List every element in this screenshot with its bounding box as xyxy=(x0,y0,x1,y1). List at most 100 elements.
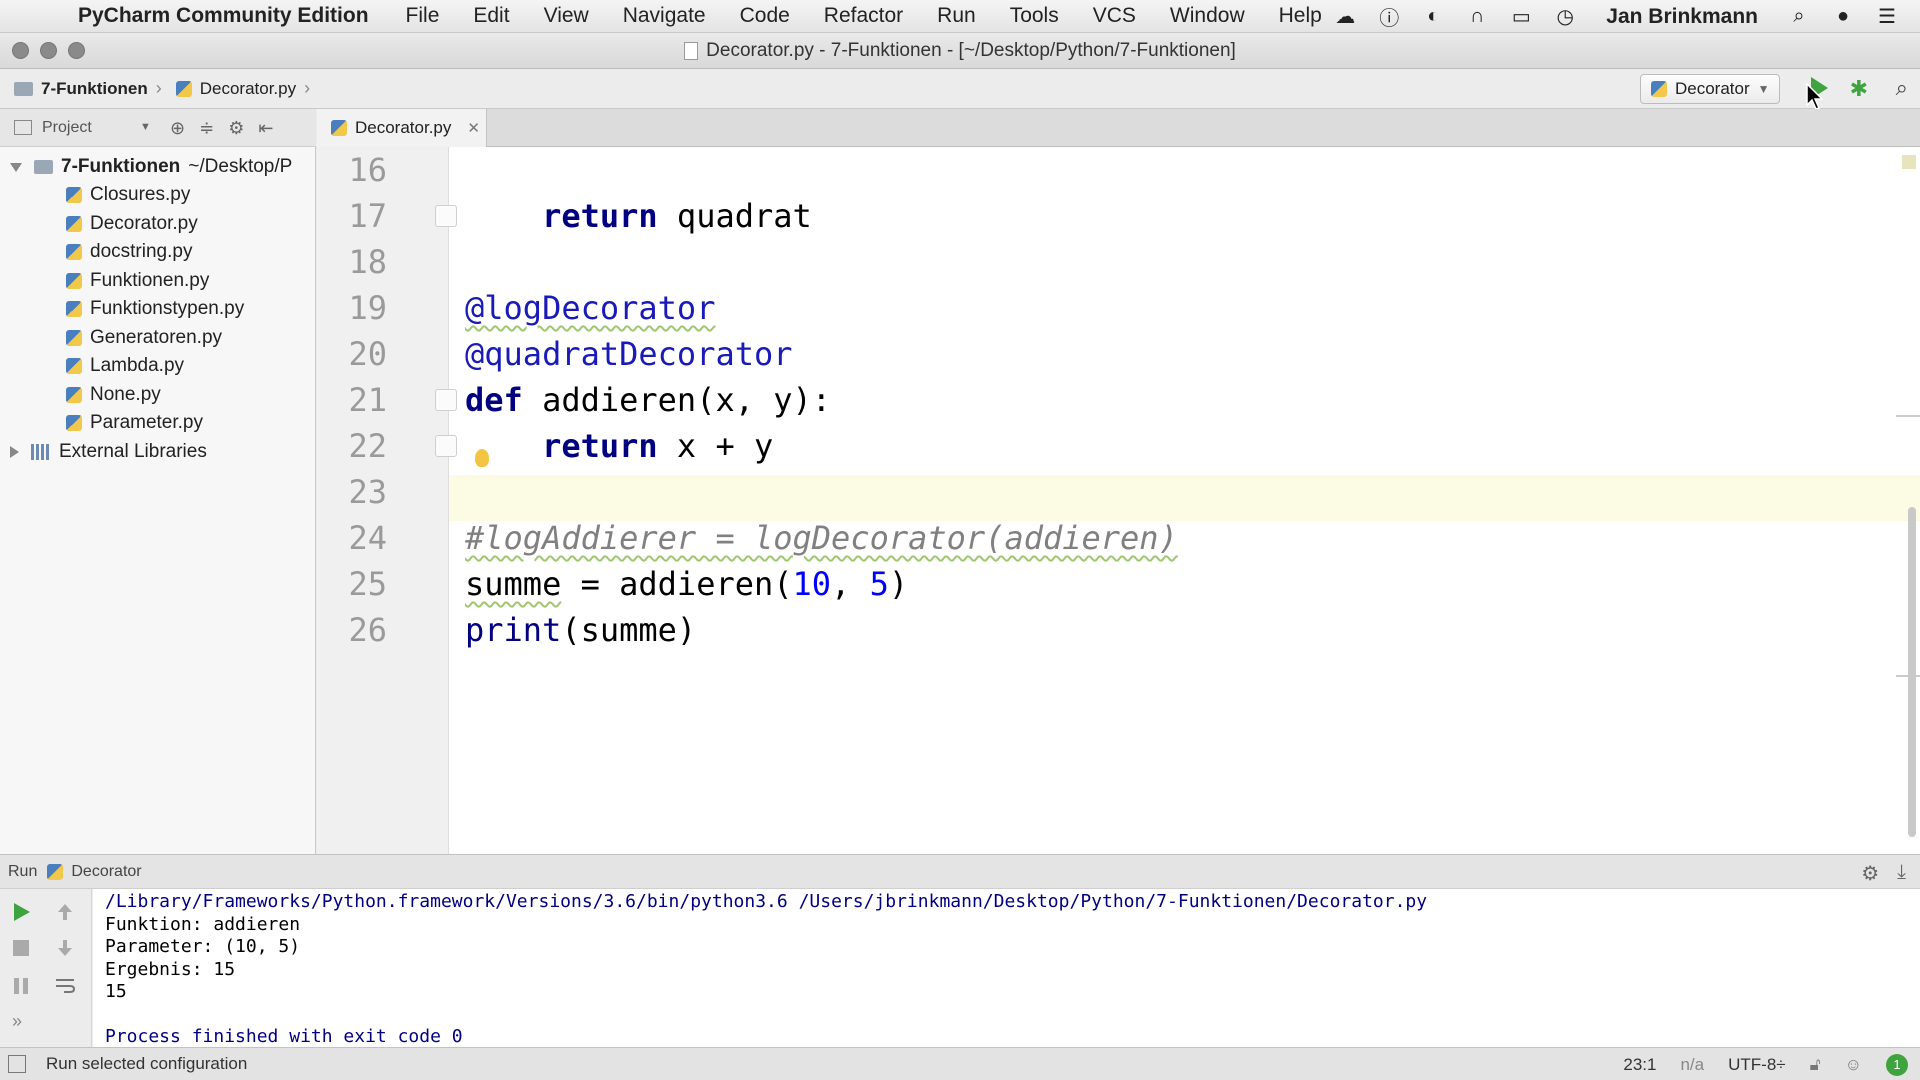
password-manager-icon[interactable]: ⓘ xyxy=(1376,4,1402,30)
inspection-status-icon[interactable] xyxy=(1902,155,1916,169)
menu-tools[interactable]: Tools xyxy=(1010,4,1059,28)
zoom-window-button[interactable] xyxy=(68,42,85,59)
close-window-button[interactable] xyxy=(12,42,29,59)
code-editor[interactable]: 16 17 18 19 20 21 22 23 24 25 26 return … xyxy=(317,147,1920,854)
tab-label: Decorator.py xyxy=(355,118,452,137)
tree-file-item[interactable]: Decorator.py xyxy=(66,210,198,238)
leaf-app-icon[interactable]: ◐ xyxy=(1420,4,1446,30)
code-number: 5 xyxy=(869,565,889,603)
tab-decorator-py[interactable]: Decorator.py ✕ xyxy=(317,109,487,147)
python-file-icon xyxy=(331,120,347,136)
tree-file-item[interactable]: Parameter.py xyxy=(66,409,203,437)
library-icon xyxy=(31,444,51,460)
menu-view[interactable]: View xyxy=(544,4,589,28)
hide-panel-icon[interactable]: ⇤ xyxy=(258,118,273,139)
python-file-icon xyxy=(66,329,82,346)
menu-file[interactable]: File xyxy=(406,4,440,28)
hector-inspection-icon[interactable]: ☺ xyxy=(1845,1055,1862,1075)
menu-window[interactable]: Window xyxy=(1170,4,1245,28)
menu-code[interactable]: Code xyxy=(740,4,790,28)
tree-file-item[interactable]: Generatoren.py xyxy=(66,324,222,352)
tree-file-item[interactable]: docstring.py xyxy=(66,238,192,266)
tree-file-label: Decorator.py xyxy=(90,212,198,234)
soft-wrap-icon[interactable] xyxy=(54,975,76,997)
arrow-up-icon[interactable] xyxy=(54,901,76,923)
python-file-icon xyxy=(66,187,82,203)
scrollbar-marker[interactable] xyxy=(1896,415,1920,417)
headphones-icon[interactable]: ∩ xyxy=(1464,4,1490,30)
lock-icon[interactable]: 🔓︎ xyxy=(1810,1055,1821,1075)
code-token: @quadratDecorator xyxy=(465,335,793,373)
line-separator-indicator[interactable]: n/a xyxy=(1680,1055,1704,1075)
code-line-22: return x + y xyxy=(465,423,773,469)
menu-run[interactable]: Run xyxy=(937,4,976,28)
menu-help[interactable]: Help xyxy=(1279,4,1322,28)
run-panel-config-name[interactable]: Decorator xyxy=(71,863,141,881)
expand-arrow-icon[interactable] xyxy=(10,446,19,458)
console-exit-message: Process finished with exit code 0 xyxy=(105,1025,463,1047)
tree-file-label: Generatoren.py xyxy=(90,326,223,348)
collapse-all-icon[interactable]: ≑ xyxy=(199,118,214,139)
tree-file-item[interactable]: None.py xyxy=(66,381,161,409)
menu-bar-tray: ☁ ⓘ ◐ ∩ ▭ ◷ Jan Brinkmann ⌕ ● ☰ xyxy=(1332,0,1900,33)
user-name[interactable]: Jan Brinkmann xyxy=(1606,5,1758,29)
fold-marker-icon[interactable] xyxy=(435,205,457,227)
stop-icon[interactable] xyxy=(10,937,32,959)
console-command-line: /Library/Frameworks/Python.framework/Ver… xyxy=(105,891,1428,912)
menu-navigate[interactable]: Navigate xyxy=(623,4,706,28)
event-log-badge[interactable]: 1 xyxy=(1886,1053,1908,1076)
python-file-icon xyxy=(47,863,64,880)
fold-marker-icon[interactable] xyxy=(435,435,457,457)
close-icon[interactable]: ✕ xyxy=(467,119,480,137)
project-view-label[interactable]: Project xyxy=(42,119,92,137)
tree-file-item[interactable]: Funktionstypen.py xyxy=(66,295,244,323)
run-console-output[interactable]: /Library/Frameworks/Python.framework/Ver… xyxy=(93,889,1920,1047)
siri-icon[interactable]: ● xyxy=(1830,4,1856,30)
creative-cloud-icon[interactable]: ☁ xyxy=(1332,4,1358,30)
breadcrumb-file[interactable]: Decorator.py › xyxy=(175,78,310,99)
chevron-down-icon[interactable]: ▼ xyxy=(140,121,151,133)
spotlight-search-icon[interactable]: ⌕ xyxy=(1786,4,1812,30)
caret-position[interactable]: 23:1 xyxy=(1623,1055,1656,1075)
gear-icon[interactable]: ⚙ xyxy=(1861,861,1879,886)
console-output-line: Funktion: addieren xyxy=(105,913,301,935)
minimize-window-button[interactable] xyxy=(40,42,57,59)
expand-arrow-icon[interactable] xyxy=(10,162,22,172)
code-token: (summe) xyxy=(561,611,697,649)
run-configuration-select[interactable]: Decorator ▼ xyxy=(1640,74,1780,104)
rerun-play-icon[interactable] xyxy=(10,901,32,923)
line-number: 20 xyxy=(348,335,387,373)
menu-edit[interactable]: Edit xyxy=(473,4,509,28)
tree-file-item[interactable]: Closures.py xyxy=(66,181,190,209)
breadcrumb-folder[interactable]: 7-Funktionen › xyxy=(14,78,162,99)
menu-refactor[interactable]: Refactor xyxy=(824,4,903,28)
arrow-down-icon[interactable] xyxy=(54,937,76,959)
tree-file-item[interactable]: Lambda.py xyxy=(66,352,184,380)
tree-root-folder[interactable]: 7-Funktionen ~/Desktop/P xyxy=(10,153,292,181)
notification-center-icon[interactable]: ☰ xyxy=(1874,4,1900,30)
python-file-icon xyxy=(66,386,82,403)
python-file-icon xyxy=(175,80,192,97)
tool-window-toggle-icon[interactable] xyxy=(8,1055,26,1073)
screen-record-icon[interactable]: ▭ xyxy=(1508,4,1534,30)
fold-marker-icon[interactable] xyxy=(435,389,457,411)
more-actions-icon[interactable]: » xyxy=(12,1011,22,1032)
tree-file-label: Lambda.py xyxy=(90,355,185,376)
tree-file-item[interactable]: Funktionen.py xyxy=(66,267,209,295)
file-encoding[interactable]: UTF-8÷ xyxy=(1728,1055,1786,1075)
editor-scrollbar[interactable] xyxy=(1908,507,1916,837)
debug-bug-icon[interactable]: ✱ xyxy=(1850,76,1868,102)
line-number: 25 xyxy=(348,565,387,603)
menu-vcs[interactable]: VCS xyxy=(1093,4,1136,28)
gear-icon[interactable]: ⚙ xyxy=(228,118,244,139)
tree-file-label: Parameter.py xyxy=(90,412,203,433)
scroll-from-source-icon[interactable]: ⊕ xyxy=(170,118,185,139)
project-panel-header: Project ▼ ⊕ ≑ ⚙ ⇤ xyxy=(0,109,316,147)
app-menu-pycharm[interactable]: PyCharm Community Edition xyxy=(78,4,369,28)
pause-icon[interactable] xyxy=(10,975,32,997)
hide-panel-icon[interactable]: ⤓ xyxy=(1897,861,1906,886)
time-machine-icon[interactable]: ◷ xyxy=(1552,4,1578,30)
tree-external-libraries[interactable]: External Libraries xyxy=(10,438,207,466)
search-everywhere-icon[interactable]: ⌕ xyxy=(1896,75,1908,101)
code-token: = addieren( xyxy=(561,565,793,603)
